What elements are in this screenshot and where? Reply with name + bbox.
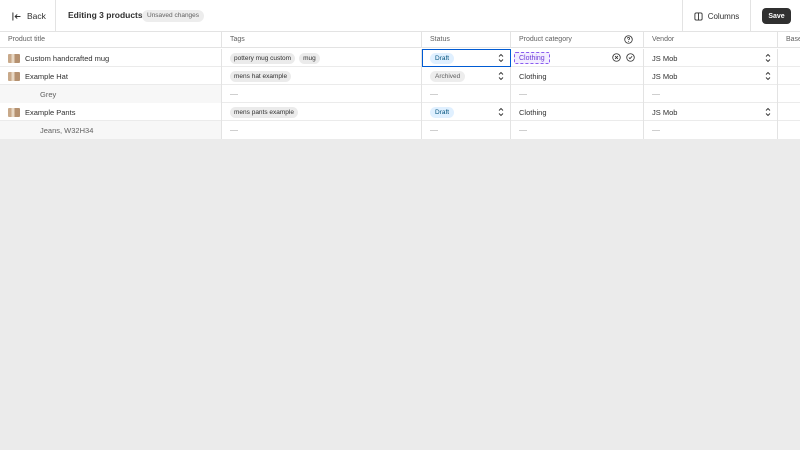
vendor-cell[interactable]: JS Mob (644, 49, 778, 67)
product-title-cell[interactable]: Custom handcrafted mug (0, 49, 222, 67)
x-circle-icon[interactable] (612, 53, 621, 62)
page-title: Editing 3 products (68, 10, 143, 20)
vendor-cell-empty (644, 121, 778, 139)
column-header-product-category[interactable]: Product category (511, 32, 644, 48)
status-badge: Archived (430, 70, 466, 82)
column-header-vendor[interactable]: Vendor (644, 32, 778, 48)
base-cell[interactable] (778, 49, 800, 67)
top-bar: Back Editing 3 products Unsaved changes … (0, 0, 800, 32)
columns-icon (694, 11, 703, 21)
category-cell-empty (511, 85, 644, 103)
tags-cell[interactable]: pottery mug custom mug (222, 49, 422, 67)
product-category-cell[interactable]: Clothing (511, 49, 644, 67)
header-row: Product title Tags Status Product catego… (0, 32, 800, 48)
status-cell[interactable]: Draft (422, 103, 511, 121)
product-title: Example Pants (25, 107, 76, 117)
tag: mug (299, 52, 320, 64)
table-row: Example Pants mens pants example Draft C… (0, 103, 800, 121)
status-cell[interactable]: Draft (422, 49, 511, 67)
chevron-up-down-icon[interactable] (765, 71, 771, 81)
base-cell[interactable] (778, 103, 800, 121)
status-cell-empty (422, 121, 511, 139)
variant-title-cell[interactable]: Grey (0, 85, 222, 103)
variant-row: Grey (0, 85, 800, 103)
columns-button[interactable]: Columns (682, 0, 751, 32)
product-thumbnail (8, 71, 20, 81)
column-header-tags[interactable]: Tags (222, 32, 422, 48)
tag: mens pants example (230, 106, 298, 118)
base-cell[interactable] (778, 121, 800, 139)
chevron-up-down-icon[interactable] (498, 107, 504, 117)
product-thumbnail (8, 107, 20, 117)
vendor-cell-empty (644, 85, 778, 103)
empty-dash (430, 93, 438, 95)
column-header-status[interactable]: Status (422, 32, 511, 48)
question-circle-icon[interactable] (624, 35, 633, 44)
vendor-value: JS Mob (652, 107, 678, 117)
tags-cell[interactable]: mens pants example (222, 103, 422, 121)
product-title-cell[interactable]: Example Pants (0, 103, 222, 121)
chevron-up-down-icon[interactable] (765, 107, 771, 117)
tags-cell[interactable]: mens hat example (222, 67, 422, 85)
variant-title: Grey (40, 89, 57, 99)
columns-label: Columns (707, 11, 740, 21)
arrow-left-icon (12, 11, 21, 21)
table-row: Custom handcrafted mug pottery mug custo… (0, 49, 800, 67)
empty-dash (519, 129, 527, 131)
status-cell-empty (422, 85, 511, 103)
vendor-cell[interactable]: JS Mob (644, 67, 778, 85)
product-category-header-label: Product category (519, 36, 572, 43)
table-row: Example Hat mens hat example Archived Cl… (0, 67, 800, 85)
tags-cell-empty (222, 121, 422, 139)
base-cell[interactable] (778, 67, 800, 85)
tags-cell-empty (222, 85, 422, 103)
column-header-base[interactable]: Base (778, 32, 800, 48)
vendor-value: JS Mob (652, 53, 678, 63)
status-badge: Draft (430, 52, 455, 64)
product-category-cell[interactable]: Clothing (511, 103, 644, 121)
product-title-cell[interactable]: Example Hat (0, 67, 222, 85)
product-thumbnail (8, 53, 20, 63)
unsaved-badge: Unsaved changes (142, 10, 205, 22)
empty-dash (230, 129, 238, 131)
base-cell[interactable] (778, 85, 800, 103)
chevron-up-down-icon[interactable] (765, 53, 771, 63)
product-title: Custom handcrafted mug (25, 53, 110, 63)
product-title: Example Hat (25, 71, 68, 81)
category-value: Clothing (519, 71, 547, 81)
category-edit-value[interactable]: Clothing (514, 52, 550, 64)
back-button[interactable]: Back (0, 0, 56, 32)
tag: mens hat example (230, 70, 292, 82)
empty-dash (230, 93, 238, 95)
product-category-cell[interactable]: Clothing (511, 67, 644, 85)
vendor-value: JS Mob (652, 71, 678, 81)
bulk-editor-grid: Product title Tags Status Product catego… (0, 32, 800, 139)
variant-title-cell[interactable]: Jeans, W32H34 (0, 121, 222, 139)
status-badge: Draft (430, 106, 455, 118)
empty-dash (519, 93, 527, 95)
column-header-product-title[interactable]: Product title (0, 32, 222, 48)
tag: pottery mug custom (230, 52, 296, 64)
empty-dash (652, 129, 660, 131)
variant-title: Jeans, W32H34 (40, 125, 94, 135)
variant-row: Jeans, W32H34 (0, 121, 800, 139)
back-label: Back (27, 11, 46, 21)
chevron-up-down-icon[interactable] (498, 71, 504, 81)
vendor-cell[interactable]: JS Mob (644, 103, 778, 121)
category-actions (612, 53, 635, 62)
check-circle-icon[interactable] (626, 53, 635, 62)
category-cell-empty (511, 121, 644, 139)
empty-dash (430, 129, 438, 131)
category-value: Clothing (519, 107, 547, 117)
status-cell[interactable]: Archived (422, 67, 511, 85)
save-button[interactable]: Save (762, 8, 791, 24)
chevron-up-down-icon[interactable] (498, 53, 504, 63)
empty-dash (652, 93, 660, 95)
